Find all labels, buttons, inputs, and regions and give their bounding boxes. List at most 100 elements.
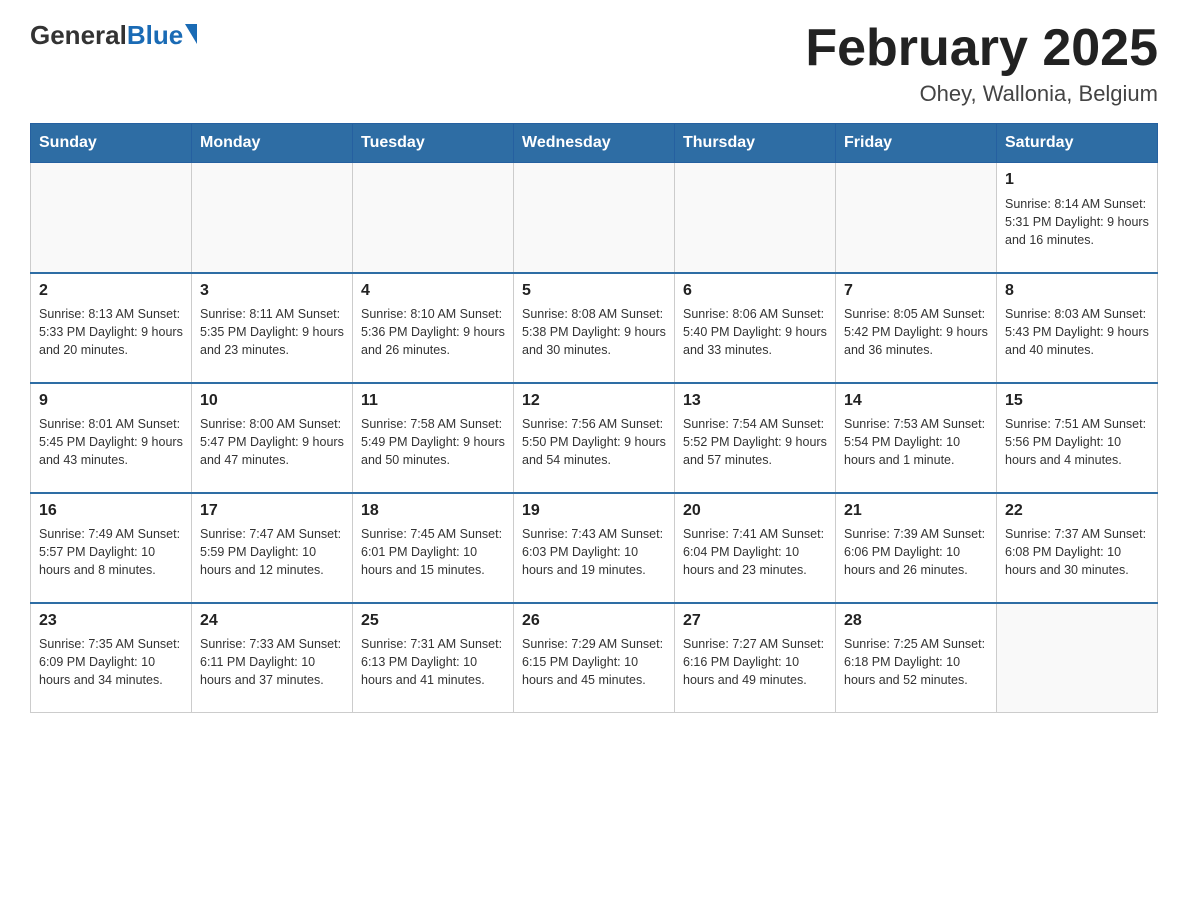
calendar-day-cell: 9Sunrise: 8:01 AM Sunset: 5:45 PM Daylig… xyxy=(31,383,192,493)
weekday-header-sunday: Sunday xyxy=(31,124,192,163)
calendar-day-cell: 28 Sunrise: 7:25 AM Sunset: 6:18 PM Dayli… xyxy=(836,603,997,713)
calendar-day-cell: 25Sunrise: 7:31 AM Sunset: 6:13 PM Dayli… xyxy=(353,603,514,713)
day-number: 17 xyxy=(200,500,344,522)
calendar-day-cell: 21 Sunrise: 7:39 AM Sunset: 6:06 PM Dayli… xyxy=(836,493,997,603)
calendar-day-cell: 10 Sunrise: 8:00 AM Sunset: 5:47 PM Dayli… xyxy=(192,383,353,493)
day-number: 28 xyxy=(844,610,988,632)
calendar-day-cell: 24 Sunrise: 7:33 AM Sunset: 6:11 PM Dayli… xyxy=(192,603,353,713)
day-info: Sunrise: 8:14 AM Sunset: 5:31 PM Dayligh… xyxy=(1005,195,1149,249)
weekday-header-monday: Monday xyxy=(192,124,353,163)
calendar-day-cell: 5 Sunrise: 8:08 AM Sunset: 5:38 PM Daylig… xyxy=(514,273,675,383)
weekday-header-saturday: Saturday xyxy=(997,124,1158,163)
calendar-day-cell xyxy=(353,163,514,273)
day-info: Sunrise: 7:56 AM Sunset: 5:50 PM Dayligh… xyxy=(522,415,666,469)
day-info: Sunrise: 7:49 AM Sunset: 5:57 PM Dayligh… xyxy=(39,525,183,579)
calendar-day-cell: 27Sunrise: 7:27 AM Sunset: 6:16 PM Dayli… xyxy=(675,603,836,713)
day-info: Sunrise: 7:31 AM Sunset: 6:13 PM Dayligh… xyxy=(361,635,505,689)
day-info: Sunrise: 8:10 AM Sunset: 5:36 PM Dayligh… xyxy=(361,305,505,359)
calendar-day-cell: 26Sunrise: 7:29 AM Sunset: 6:15 PM Dayli… xyxy=(514,603,675,713)
calendar-day-cell: 8 Sunrise: 8:03 AM Sunset: 5:43 PM Daylig… xyxy=(997,273,1158,383)
logo-general-text: General xyxy=(30,20,127,51)
day-info: Sunrise: 8:11 AM Sunset: 5:35 PM Dayligh… xyxy=(200,305,344,359)
day-number: 1 xyxy=(1005,169,1149,191)
calendar-day-cell xyxy=(836,163,997,273)
logo-blue-part: Blue xyxy=(127,20,197,51)
day-number: 2 xyxy=(39,280,183,302)
day-info: Sunrise: 7:58 AM Sunset: 5:49 PM Dayligh… xyxy=(361,415,505,469)
calendar-day-cell: 18 Sunrise: 7:45 AM Sunset: 6:01 PM Dayli… xyxy=(353,493,514,603)
day-number: 4 xyxy=(361,280,505,302)
calendar-day-cell: 3 Sunrise: 8:11 AM Sunset: 5:35 PM Daylig… xyxy=(192,273,353,383)
calendar-day-cell: 6 Sunrise: 8:06 AM Sunset: 5:40 PM Daylig… xyxy=(675,273,836,383)
calendar-day-cell: 19 Sunrise: 7:43 AM Sunset: 6:03 PM Dayli… xyxy=(514,493,675,603)
calendar-day-cell xyxy=(31,163,192,273)
weekday-header-tuesday: Tuesday xyxy=(353,124,514,163)
page-header: General Blue February 2025 Ohey, Walloni… xyxy=(30,20,1158,107)
calendar-week-row: 2Sunrise: 8:13 AM Sunset: 5:33 PM Daylig… xyxy=(31,273,1158,383)
day-info: Sunrise: 7:43 AM Sunset: 6:03 PM Dayligh… xyxy=(522,525,666,579)
calendar-day-cell: 11Sunrise: 7:58 AM Sunset: 5:49 PM Dayli… xyxy=(353,383,514,493)
calendar-day-cell: 15Sunrise: 7:51 AM Sunset: 5:56 PM Dayli… xyxy=(997,383,1158,493)
calendar-day-cell xyxy=(514,163,675,273)
calendar-day-cell: 14 Sunrise: 7:53 AM Sunset: 5:54 PM Dayli… xyxy=(836,383,997,493)
day-number: 10 xyxy=(200,390,344,412)
day-number: 15 xyxy=(1005,390,1149,412)
day-info: Sunrise: 8:03 AM Sunset: 5:43 PM Dayligh… xyxy=(1005,305,1149,359)
calendar-table: SundayMondayTuesdayWednesdayThursdayFrid… xyxy=(30,123,1158,713)
day-number: 5 xyxy=(522,280,666,302)
day-number: 7 xyxy=(844,280,988,302)
location-text: Ohey, Wallonia, Belgium xyxy=(805,81,1158,107)
calendar-day-cell xyxy=(997,603,1158,713)
day-number: 6 xyxy=(683,280,827,302)
day-number: 27 xyxy=(683,610,827,632)
calendar-day-cell: 4 Sunrise: 8:10 AM Sunset: 5:36 PM Daylig… xyxy=(353,273,514,383)
day-info: Sunrise: 7:25 AM Sunset: 6:18 PM Dayligh… xyxy=(844,635,988,689)
calendar-day-cell: 2Sunrise: 8:13 AM Sunset: 5:33 PM Daylig… xyxy=(31,273,192,383)
calendar-day-cell: 23 Sunrise: 7:35 AM Sunset: 6:09 PM Dayli… xyxy=(31,603,192,713)
calendar-week-row: 23 Sunrise: 7:35 AM Sunset: 6:09 PM Dayli… xyxy=(31,603,1158,713)
day-number: 13 xyxy=(683,390,827,412)
day-info: Sunrise: 7:37 AM Sunset: 6:08 PM Dayligh… xyxy=(1005,525,1149,579)
day-info: Sunrise: 8:01 AM Sunset: 5:45 PM Dayligh… xyxy=(39,415,183,469)
title-area: February 2025 Ohey, Wallonia, Belgium xyxy=(805,20,1158,107)
logo: General Blue xyxy=(30,20,197,51)
day-info: Sunrise: 7:41 AM Sunset: 6:04 PM Dayligh… xyxy=(683,525,827,579)
day-number: 20 xyxy=(683,500,827,522)
day-number: 21 xyxy=(844,500,988,522)
calendar-week-row: 16 Sunrise: 7:49 AM Sunset: 5:57 PM Dayli… xyxy=(31,493,1158,603)
day-info: Sunrise: 7:47 AM Sunset: 5:59 PM Dayligh… xyxy=(200,525,344,579)
day-info: Sunrise: 7:54 AM Sunset: 5:52 PM Dayligh… xyxy=(683,415,827,469)
calendar-week-row: 1 Sunrise: 8:14 AM Sunset: 5:31 PM Daylig… xyxy=(31,163,1158,273)
day-number: 23 xyxy=(39,610,183,632)
day-number: 19 xyxy=(522,500,666,522)
weekday-header-wednesday: Wednesday xyxy=(514,124,675,163)
calendar-day-cell xyxy=(192,163,353,273)
logo-blue-text: Blue xyxy=(127,20,183,51)
day-info: Sunrise: 7:35 AM Sunset: 6:09 PM Dayligh… xyxy=(39,635,183,689)
day-info: Sunrise: 7:39 AM Sunset: 6:06 PM Dayligh… xyxy=(844,525,988,579)
logo-triangle-icon xyxy=(185,24,197,44)
day-number: 18 xyxy=(361,500,505,522)
day-info: Sunrise: 7:29 AM Sunset: 6:15 PM Dayligh… xyxy=(522,635,666,689)
weekday-header-thursday: Thursday xyxy=(675,124,836,163)
day-info: Sunrise: 7:45 AM Sunset: 6:01 PM Dayligh… xyxy=(361,525,505,579)
calendar-day-cell: 16 Sunrise: 7:49 AM Sunset: 5:57 PM Dayli… xyxy=(31,493,192,603)
day-info: Sunrise: 7:33 AM Sunset: 6:11 PM Dayligh… xyxy=(200,635,344,689)
day-info: Sunrise: 7:53 AM Sunset: 5:54 PM Dayligh… xyxy=(844,415,988,469)
day-number: 24 xyxy=(200,610,344,632)
calendar-day-cell: 7Sunrise: 8:05 AM Sunset: 5:42 PM Daylig… xyxy=(836,273,997,383)
calendar-day-cell: 13 Sunrise: 7:54 AM Sunset: 5:52 PM Dayli… xyxy=(675,383,836,493)
calendar-day-cell: 20 Sunrise: 7:41 AM Sunset: 6:04 PM Dayli… xyxy=(675,493,836,603)
day-info: Sunrise: 8:06 AM Sunset: 5:40 PM Dayligh… xyxy=(683,305,827,359)
day-number: 12 xyxy=(522,390,666,412)
day-info: Sunrise: 8:08 AM Sunset: 5:38 PM Dayligh… xyxy=(522,305,666,359)
day-number: 3 xyxy=(200,280,344,302)
day-number: 8 xyxy=(1005,280,1149,302)
day-number: 22 xyxy=(1005,500,1149,522)
weekday-header-row: SundayMondayTuesdayWednesdayThursdayFrid… xyxy=(31,124,1158,163)
day-number: 14 xyxy=(844,390,988,412)
day-number: 16 xyxy=(39,500,183,522)
calendar-day-cell: 1 Sunrise: 8:14 AM Sunset: 5:31 PM Daylig… xyxy=(997,163,1158,273)
calendar-day-cell: 22 Sunrise: 7:37 AM Sunset: 6:08 PM Dayli… xyxy=(997,493,1158,603)
day-info: Sunrise: 8:00 AM Sunset: 5:47 PM Dayligh… xyxy=(200,415,344,469)
